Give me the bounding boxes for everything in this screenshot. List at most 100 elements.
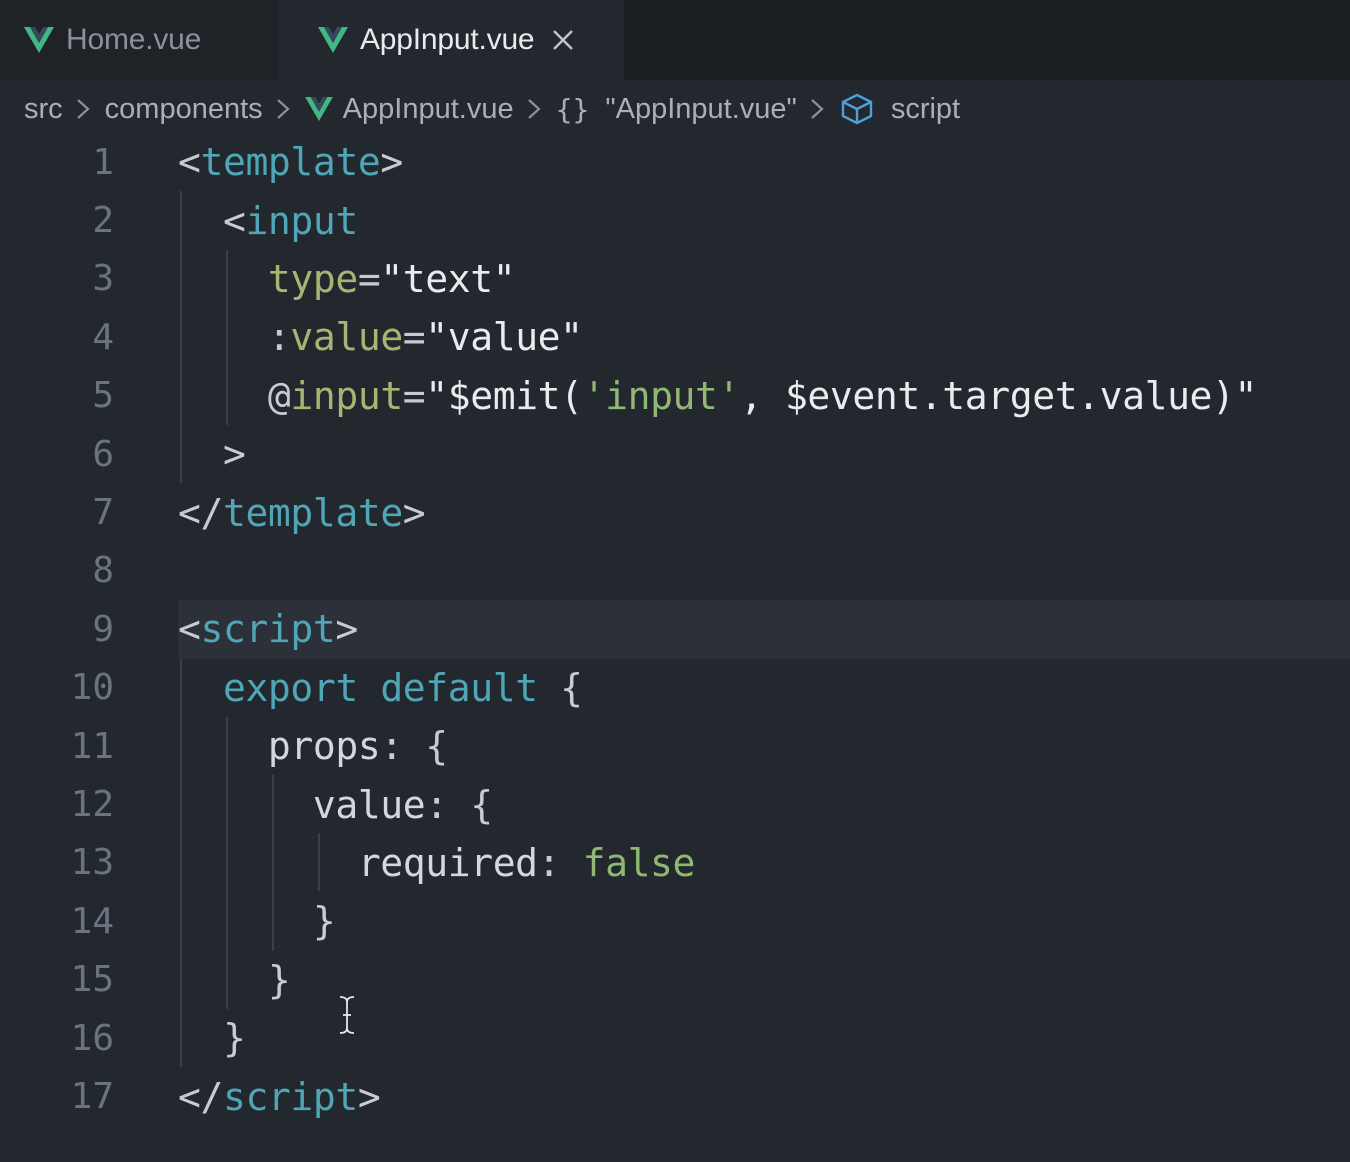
line-content: }: [178, 1016, 246, 1061]
line-number: 13: [70, 842, 114, 884]
token: </: [178, 1074, 223, 1119]
token: value: [290, 315, 403, 360]
token: false: [582, 840, 696, 885]
line-number: 4: [92, 316, 114, 358]
line-number: 8: [92, 550, 114, 592]
line-number: 16: [70, 1017, 114, 1059]
tab-bar: Home.vue AppInput.vue: [0, 0, 1350, 80]
token: =: [357, 256, 381, 301]
code-area[interactable]: 1 <template> 2 <input 3 type="text" 4 :v…: [0, 133, 1350, 1162]
code-line[interactable]: 16 }: [0, 1009, 1350, 1067]
line-number: 5: [92, 375, 114, 417]
tab-home-vue[interactable]: Home.vue: [0, 0, 278, 80]
token: props: [267, 724, 381, 769]
code-line[interactable]: 7 </template>: [0, 483, 1350, 541]
token: value: [312, 782, 426, 827]
token: 'input': [582, 373, 741, 418]
vue-logo-icon: [318, 27, 348, 53]
line-content: type="text": [178, 256, 516, 301]
vue-logo-icon: [24, 27, 54, 53]
code-line[interactable]: 10 export default {: [0, 659, 1350, 717]
breadcrumb-script[interactable]: script: [891, 93, 960, 126]
line-number: 17: [70, 1076, 114, 1118]
code-line-current[interactable]: 9 <script>: [0, 600, 1350, 659]
token: : {: [380, 724, 448, 769]
line-content: props: {: [178, 724, 448, 768]
breadcrumb-file[interactable]: AppInput.vue: [343, 93, 514, 126]
token: input: [245, 198, 358, 243]
code-line[interactable]: 1 <template>: [0, 133, 1350, 191]
token: :: [537, 840, 583, 885]
token: }: [267, 957, 291, 1002]
line-number: 1: [92, 141, 114, 183]
token: "value": [425, 315, 583, 360]
tab-label: AppInput.vue: [360, 23, 535, 56]
line-content: >: [178, 432, 246, 477]
breadcrumb-components[interactable]: components: [105, 93, 263, 126]
code-line[interactable]: 12 value: {: [0, 775, 1350, 833]
token: type: [267, 256, 358, 301]
line-content: <template>: [178, 140, 403, 184]
token: input: [290, 373, 403, 418]
code-line[interactable]: 3 type="text": [0, 250, 1350, 308]
line-content: export default {: [178, 666, 583, 710]
token: {: [560, 665, 583, 710]
code-line[interactable]: 17 </script>: [0, 1067, 1350, 1125]
code-line[interactable]: 15 }: [0, 951, 1350, 1009]
line-number: 11: [70, 725, 114, 767]
tab-appinput-vue[interactable]: AppInput.vue: [278, 0, 624, 80]
token: >: [222, 432, 246, 477]
line-content: }: [178, 957, 291, 1002]
token: <: [178, 140, 201, 185]
line-number: 7: [92, 492, 114, 534]
code-line[interactable]: 8: [0, 542, 1350, 600]
token: <: [178, 607, 201, 652]
code-line[interactable]: 14 }: [0, 892, 1350, 950]
token: @: [267, 373, 291, 418]
line-content: required: false: [178, 840, 696, 885]
token: }: [222, 1016, 246, 1061]
line-content: }: [178, 899, 336, 943]
braces-icon: {}: [555, 92, 590, 126]
token: >: [357, 1074, 381, 1119]
code-line[interactable]: 13 required: false: [0, 834, 1350, 892]
token: "text": [380, 256, 516, 301]
code-line[interactable]: 5 @input="$emit('input', $event.target.v…: [0, 367, 1350, 425]
token: required: [357, 840, 538, 885]
line-number: 3: [92, 258, 114, 300]
token: =: [402, 315, 426, 360]
line-number: 10: [70, 667, 114, 709]
code-line[interactable]: 4 :value="value": [0, 308, 1350, 366]
chevron-right-icon: [76, 99, 90, 119]
token: script: [200, 607, 336, 652]
cube-icon: [841, 93, 873, 125]
token: <: [222, 198, 246, 243]
vue-logo-icon: [304, 97, 333, 121]
code-line[interactable]: 6 >: [0, 425, 1350, 483]
line-content: </template>: [178, 491, 426, 535]
close-icon[interactable]: [552, 29, 574, 51]
token: export: [222, 665, 358, 710]
breadcrumb: src components AppInput.vue {} "AppInput…: [0, 80, 1350, 138]
chevron-right-icon: [276, 99, 290, 119]
token: , $event.target.value)": [740, 373, 1257, 418]
code-line[interactable]: 2 <input: [0, 191, 1350, 249]
line-content: value: {: [178, 783, 493, 827]
line-content: <script>: [178, 607, 358, 651]
tab-label: Home.vue: [66, 23, 202, 56]
chevron-right-icon: [527, 99, 541, 119]
line-number: 14: [70, 900, 114, 942]
text-cursor-icon: [339, 996, 355, 1034]
token: >: [335, 607, 358, 652]
line-number: 15: [70, 959, 114, 1001]
token: script: [222, 1074, 358, 1119]
line-number: 12: [70, 784, 114, 826]
breadcrumb-src[interactable]: src: [24, 93, 63, 126]
breadcrumb-object[interactable]: "AppInput.vue": [605, 93, 797, 126]
line-content: :value="value": [178, 315, 583, 359]
line-number: 9: [92, 608, 114, 650]
token: : {: [425, 782, 493, 827]
code-line[interactable]: 11 props: {: [0, 717, 1350, 775]
token: =: [402, 373, 426, 418]
token: "$emit(: [425, 373, 583, 418]
